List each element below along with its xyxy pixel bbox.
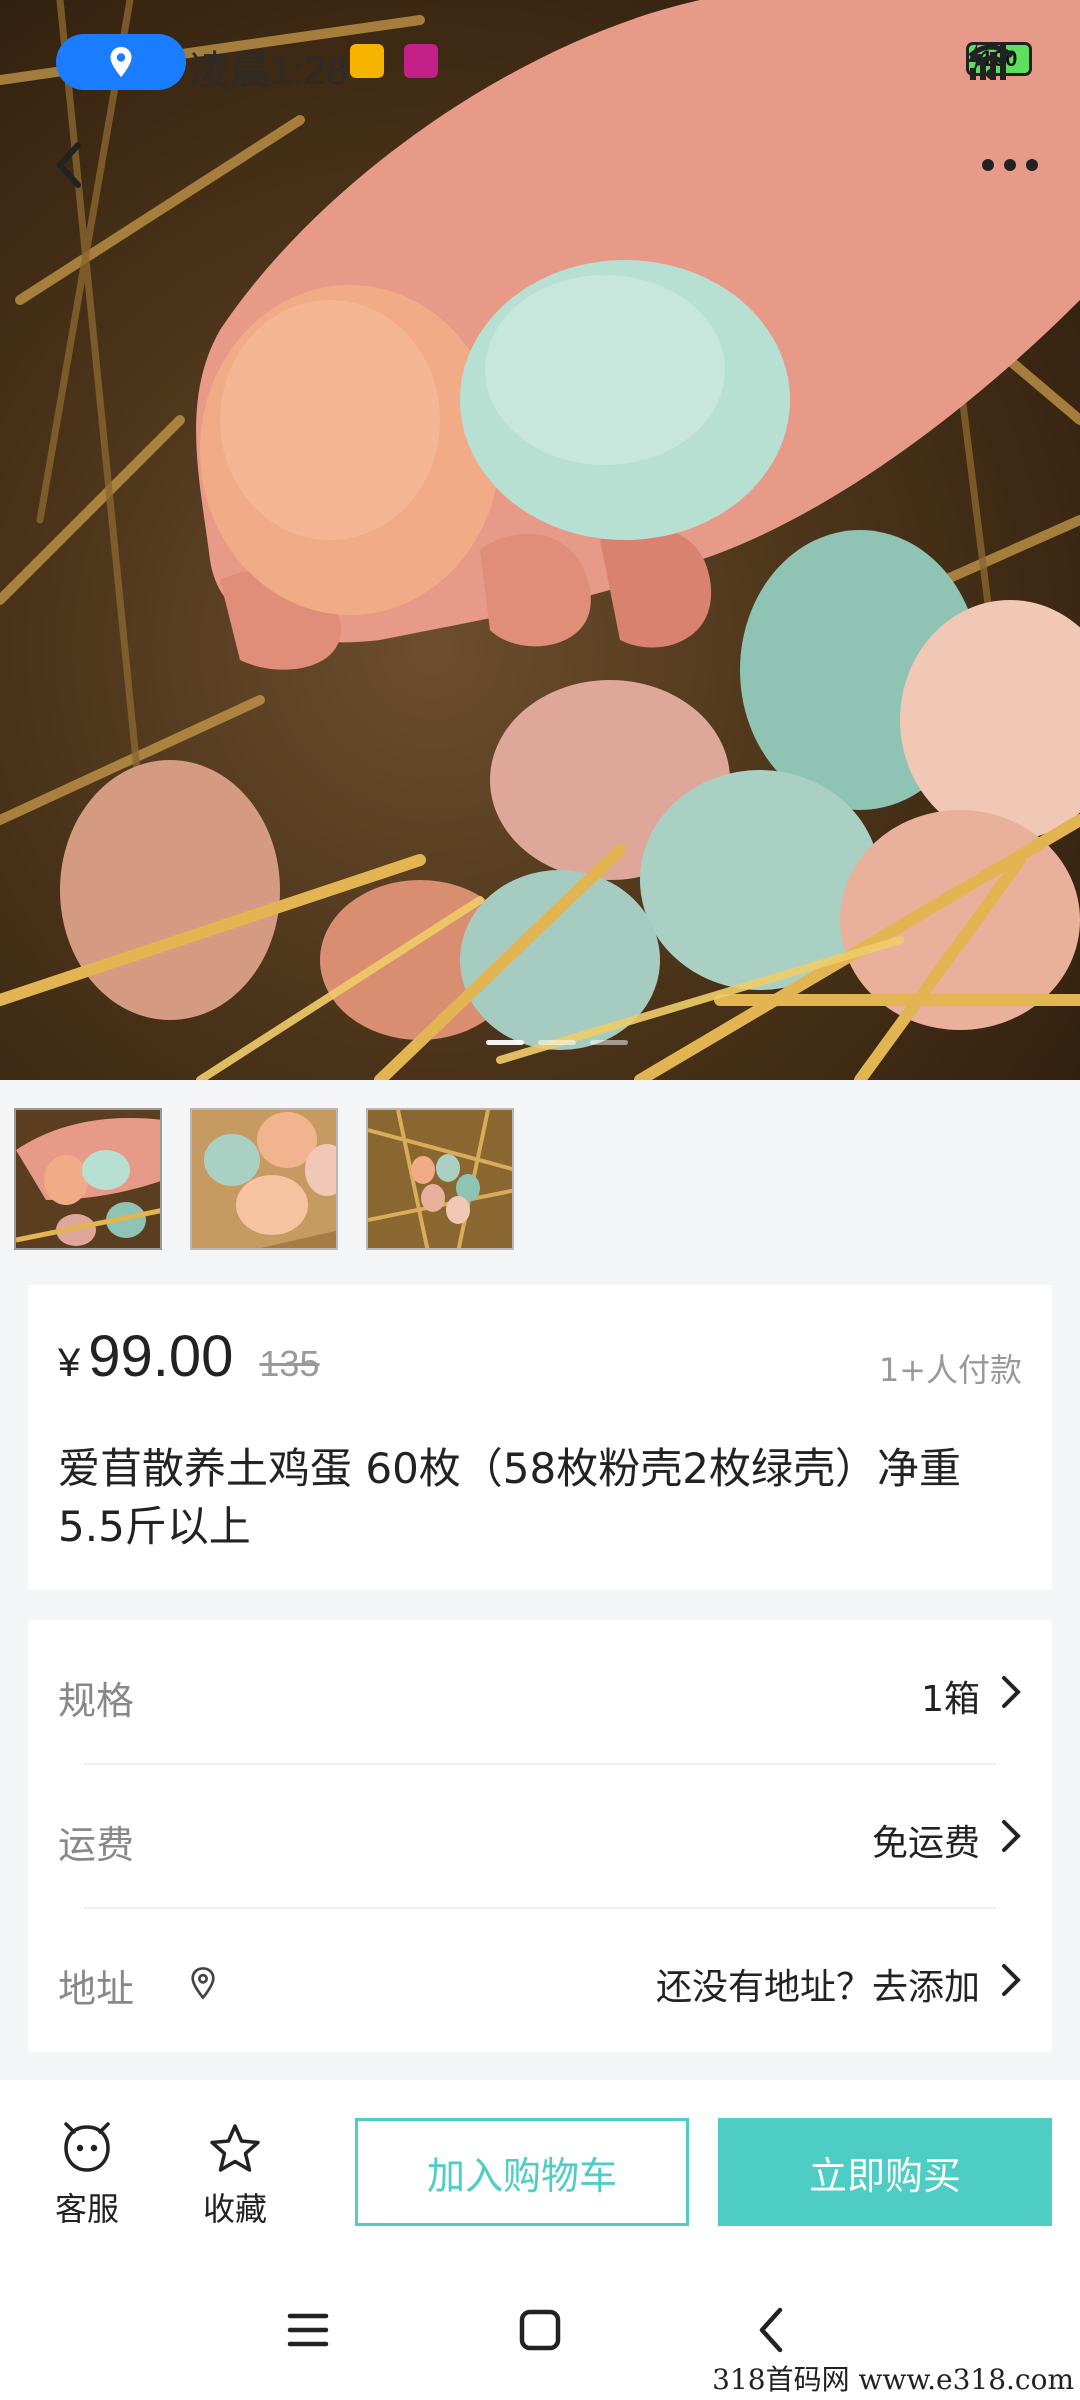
current-price: 99.00 — [88, 1324, 234, 1389]
product-main-image[interactable]: 凌晨1:28 100 — [0, 0, 1080, 1080]
chevron-right-icon — [1002, 1820, 1021, 1852]
address-label: 地址 — [58, 1967, 135, 2011]
charging-icon — [968, 42, 984, 76]
eggs-in-nest-illustration — [0, 0, 1080, 1080]
product-title: 爱苜散养土鸡蛋 60枚（58枚粉壳2枚绿壳）净重5.5斤以上 — [58, 1444, 961, 1551]
back-icon — [759, 2307, 783, 2353]
thumbnail-strip — [14, 1108, 514, 1250]
location-pin-icon — [110, 47, 132, 77]
favorite-button[interactable]: 收藏 — [180, 2122, 290, 2230]
more-dots-icon — [982, 159, 994, 171]
menu-icon — [287, 2313, 329, 2347]
address-row[interactable]: 地址 还没有地址？去添加 — [28, 1908, 1052, 2052]
customer-service-icon — [64, 2122, 110, 2172]
customer-service-label: 客服 — [54, 2190, 119, 2228]
shipping-row[interactable]: 运费 免运费 — [28, 1764, 1052, 1908]
shipping-label: 运费 — [58, 1823, 135, 1867]
location-pin-icon — [191, 1967, 215, 2000]
currency-symbol: ¥ — [58, 1341, 81, 1385]
buyer-count: 1+人付款 — [878, 1351, 1022, 1389]
thumbnail-3[interactable] — [366, 1108, 514, 1250]
favorite-label: 收藏 — [202, 2190, 267, 2228]
home-nav-button[interactable] — [510, 2300, 570, 2360]
address-value: 还没有地址？去添加 — [655, 1967, 980, 2008]
bottom-action-bar: 客服 收藏 加入购物车 立即购买 — [0, 2080, 1080, 2260]
gallery-dot — [538, 1040, 576, 1045]
gallery-pager — [486, 1040, 628, 1045]
gallery-dot — [486, 1040, 524, 1045]
customer-service-button[interactable]: 客服 — [32, 2122, 142, 2230]
star-icon — [210, 2124, 260, 2172]
spec-value: 1箱 — [921, 1679, 980, 1720]
back-button[interactable] — [40, 135, 100, 195]
status-time: 凌晨1:28 — [190, 49, 348, 93]
system-nav-bar: 318首码网 www.e318.com — [0, 2260, 1080, 2400]
chevron-right-icon — [1002, 1676, 1021, 1708]
original-price: 135 — [259, 1343, 320, 1384]
thumbnail-2[interactable] — [190, 1108, 338, 1250]
menu-nav-button[interactable] — [278, 2300, 338, 2360]
location-pill[interactable] — [56, 34, 186, 90]
app-notification-icon — [404, 44, 438, 78]
add-to-cart-button[interactable]: 加入购物车 — [355, 2118, 689, 2226]
back-nav-button[interactable] — [742, 2300, 802, 2360]
price-card: ¥ 99.00 135 1+人付款 爱苜散养土鸡蛋 60枚（58枚粉壳2枚绿壳）… — [28, 1285, 1052, 1590]
spec-row[interactable]: 规格 1箱 — [28, 1620, 1052, 1764]
options-card: 规格 1箱 运费 免运费 地址 还没有地址？去添加 — [28, 1620, 1052, 2052]
watermark: 318首码网 www.e318.com — [712, 2363, 1074, 2396]
status-bar: 凌晨1:28 100 — [0, 0, 1080, 120]
back-arrow-icon — [57, 142, 81, 188]
gallery-dot — [590, 1040, 628, 1045]
home-icon — [519, 2309, 561, 2351]
shipping-value: 免运费 — [871, 1823, 980, 1864]
buy-now-button[interactable]: 立即购买 — [718, 2118, 1052, 2226]
spec-label: 规格 — [58, 1679, 135, 1723]
chevron-right-icon — [1002, 1964, 1021, 1996]
notification-icon — [350, 44, 384, 78]
more-options-button[interactable] — [970, 140, 1050, 190]
thumbnail-1[interactable] — [14, 1108, 162, 1250]
